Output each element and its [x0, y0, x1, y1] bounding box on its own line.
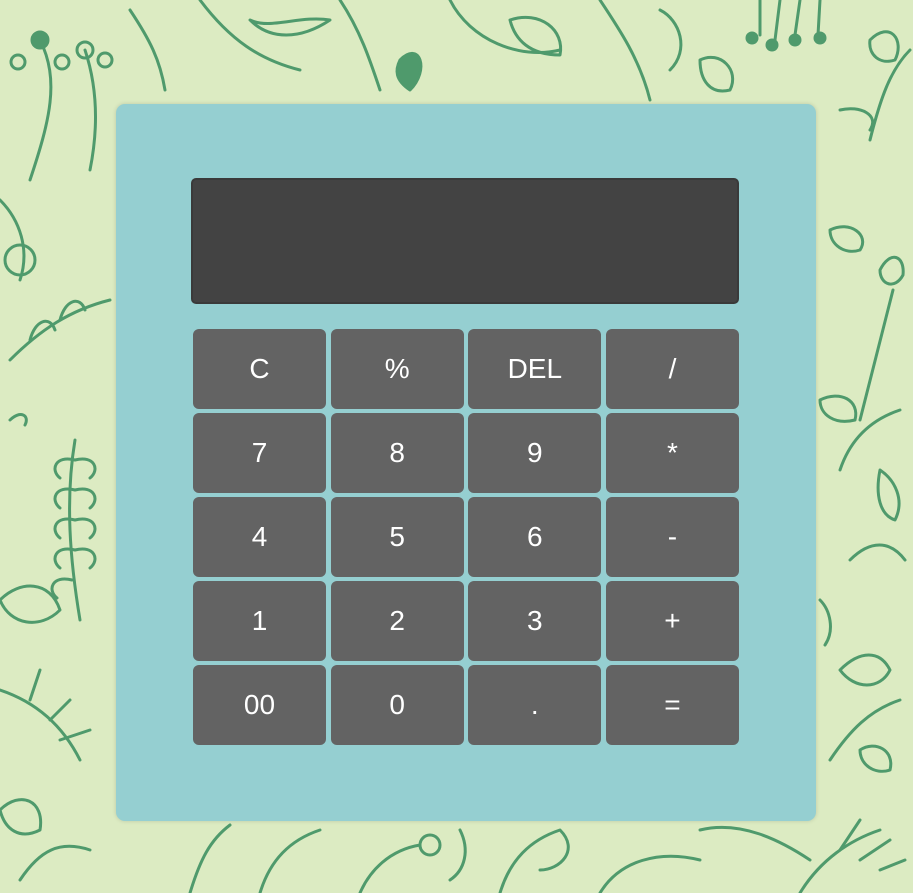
multiply-button[interactable]: *: [605, 413, 739, 493]
digit-5-button[interactable]: 5: [330, 497, 464, 577]
digit-7-button[interactable]: 7: [193, 413, 326, 493]
decimal-button[interactable]: .: [468, 665, 602, 745]
clear-button[interactable]: C: [193, 329, 326, 409]
double-zero-button[interactable]: 00: [193, 665, 326, 745]
digit-3-button[interactable]: 3: [468, 581, 602, 661]
calculator-display[interactable]: [191, 178, 739, 304]
digit-6-button[interactable]: 6: [468, 497, 602, 577]
calculator: C % DEL / 7 8 9 * 4 5 6 - 1 2 3 + 00 0 .…: [116, 104, 816, 821]
keypad: C % DEL / 7 8 9 * 4 5 6 - 1 2 3 + 00 0 .…: [193, 329, 739, 745]
subtract-button[interactable]: -: [605, 497, 739, 577]
equals-button[interactable]: =: [605, 665, 739, 745]
digit-4-button[interactable]: 4: [193, 497, 326, 577]
divide-button[interactable]: /: [605, 329, 739, 409]
digit-2-button[interactable]: 2: [330, 581, 464, 661]
add-button[interactable]: +: [605, 581, 739, 661]
digit-9-button[interactable]: 9: [468, 413, 602, 493]
digit-8-button[interactable]: 8: [330, 413, 464, 493]
digit-0-button[interactable]: 0: [330, 665, 464, 745]
delete-button[interactable]: DEL: [468, 329, 602, 409]
percent-button[interactable]: %: [330, 329, 464, 409]
digit-1-button[interactable]: 1: [193, 581, 326, 661]
